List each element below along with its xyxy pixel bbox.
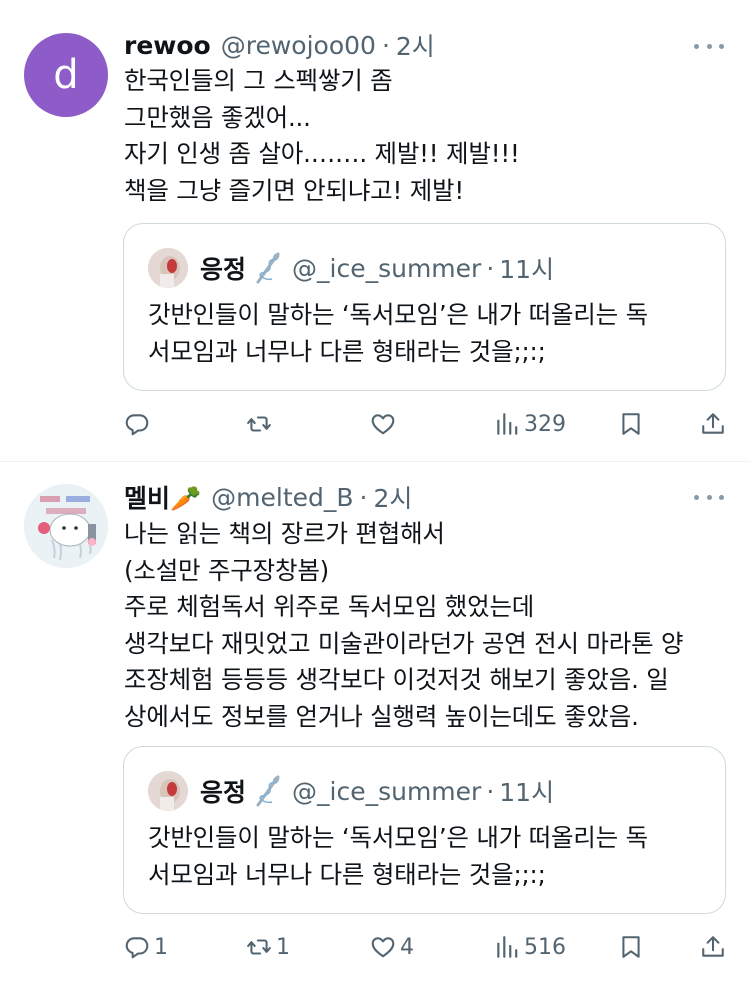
like-icon <box>371 414 395 435</box>
share-icon <box>702 936 724 957</box>
quote-handle: @_ice_summer <box>292 253 482 283</box>
bookmark-button[interactable] <box>618 406 644 442</box>
avatar <box>148 248 188 288</box>
bookmark-icon <box>622 413 640 435</box>
quote-text: 갓반인들이 말하는 ‘독서모임’은 내가 떠올리는 독 서모임과 너무나 다른 … <box>148 300 648 366</box>
display-name[interactable]: rewoo <box>124 31 211 60</box>
like-icon <box>371 937 395 958</box>
reply-icon <box>125 937 149 959</box>
tweet[interactable]: 멜비🥕 @melted_B · 2시 나는 읽는 책의 장르가 편협해서 (소설… <box>0 462 750 982</box>
bookmark-button[interactable] <box>618 929 644 965</box>
avatar <box>148 771 188 811</box>
bookmark-icon <box>622 936 640 958</box>
views-button[interactable]: 516 <box>494 929 566 965</box>
tweet-text: 한국인들의 그 스펙쌓기 좀 그만했음 좋겠어... 자기 인생 좀 살아.……… <box>124 66 520 205</box>
retweet-button[interactable] <box>246 406 276 442</box>
views-count: 329 <box>524 411 566 437</box>
retweet-icon <box>247 416 271 432</box>
share-button[interactable] <box>700 406 726 442</box>
reply-icon <box>125 414 149 436</box>
reply-button[interactable] <box>124 406 154 442</box>
quote-header: 응정 @_ice_summer · 11시 <box>148 771 554 811</box>
quote-tweet[interactable]: 응정 @_ice_summer · 11시 갓반인들이 말하는 ‘독서모임’은 … <box>123 746 726 914</box>
needle-thread-icon <box>254 774 282 808</box>
separator: · <box>486 253 495 283</box>
retweet-count: 1 <box>276 934 290 960</box>
quote-header: 응정 @_ice_summer · 11시 <box>148 248 554 288</box>
tweet-header: 멜비🥕 @melted_B · 2시 <box>124 479 412 515</box>
quote-display-name: 응정 <box>200 255 247 284</box>
share-icon <box>702 413 724 434</box>
more-icon[interactable] <box>694 36 724 56</box>
display-name[interactable]: 멜비🥕 <box>124 479 201 515</box>
quote-timestamp: 11시 <box>499 778 555 807</box>
avatar[interactable] <box>24 484 108 568</box>
like-count: 4 <box>400 934 414 960</box>
tweet-text: 나는 읽는 책의 장르가 편협해서 (소설만 주구장창봄) 주로 체험독서 위주… <box>124 519 684 731</box>
retweet-icon <box>247 939 271 955</box>
like-button[interactable] <box>370 406 400 442</box>
quote-tweet[interactable]: 응정 @_ice_summer · 11시 갓반인들이 말하는 ‘독서모임’은 … <box>123 223 726 391</box>
needle-thread-icon <box>254 251 282 285</box>
user-handle[interactable]: @melted_B <box>211 483 353 512</box>
views-count: 516 <box>524 934 566 960</box>
avatar[interactable]: d <box>24 33 108 117</box>
more-icon[interactable] <box>694 487 724 507</box>
views-icon <box>497 413 518 435</box>
quote-timestamp: 11시 <box>499 255 555 284</box>
tweet-header: rewoo @rewojoo00 · 2시 <box>124 27 435 63</box>
separator: · <box>381 30 390 60</box>
views-icon <box>497 936 518 958</box>
separator: · <box>359 482 368 512</box>
action-bar: 329 <box>124 406 730 442</box>
retweet-button[interactable]: 1 <box>246 929 290 965</box>
quote-handle: @_ice_summer <box>292 776 482 806</box>
reply-count: 1 <box>154 934 168 960</box>
separator: · <box>486 776 495 806</box>
action-bar: 1 1 4 516 <box>124 929 730 965</box>
timestamp[interactable]: 2시 <box>396 27 435 63</box>
timestamp[interactable]: 2시 <box>373 479 412 515</box>
share-button[interactable] <box>700 929 726 965</box>
quote-display-name: 응정 <box>200 778 247 807</box>
reply-button[interactable]: 1 <box>124 929 168 965</box>
tweet[interactable]: d rewoo @rewojoo00 · 2시 한국인들의 그 스펙쌓기 좀 그… <box>0 0 750 461</box>
quote-text: 갓반인들이 말하는 ‘독서모임’은 내가 떠올리는 독 서모임과 너무나 다른 … <box>148 823 648 889</box>
views-button[interactable]: 329 <box>494 406 566 442</box>
like-button[interactable]: 4 <box>370 929 414 965</box>
user-handle[interactable]: @rewojoo00 <box>221 31 376 60</box>
